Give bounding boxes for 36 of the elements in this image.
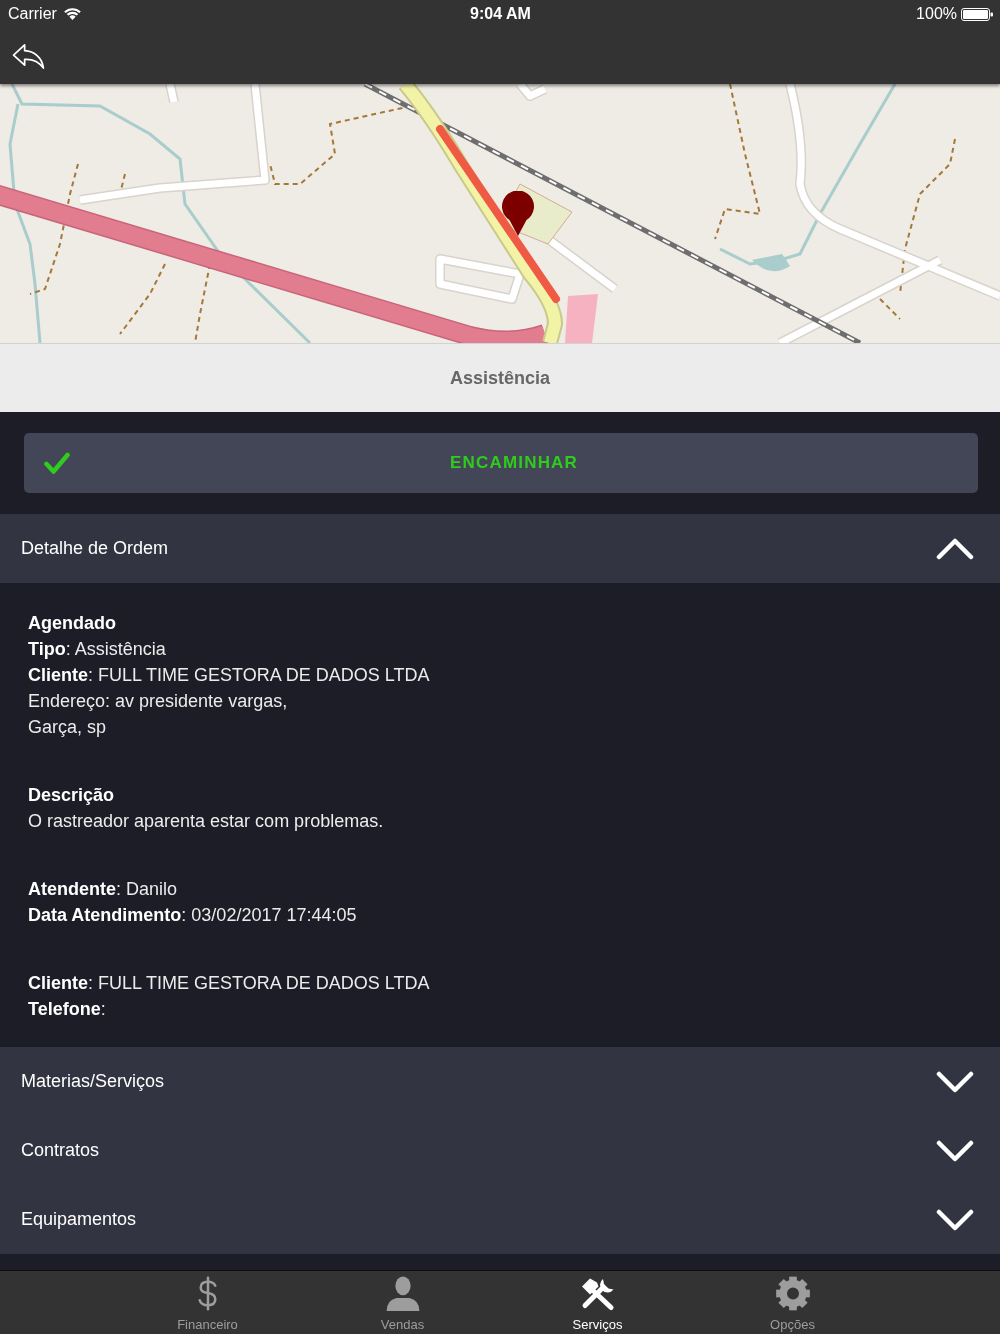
section-header[interactable]: Detalhe de Ordem bbox=[0, 514, 1000, 583]
chevron-down-icon[interactable] bbox=[936, 1070, 974, 1093]
map-pin-icon bbox=[501, 191, 535, 237]
detail-line: Telefone: bbox=[28, 998, 106, 1021]
back-arrow-icon[interactable] bbox=[12, 42, 45, 70]
detail-line: Garça, sp bbox=[28, 716, 107, 739]
chevron-up-icon[interactable] bbox=[936, 537, 974, 560]
tab[interactable]: Opções bbox=[695, 1271, 890, 1334]
chevron-down-icon[interactable] bbox=[936, 1208, 974, 1231]
detail-line: Tipo: Assistência bbox=[28, 638, 166, 661]
detail-line: Endereço: av presidente vargas, bbox=[28, 690, 288, 713]
tab[interactable]: Financeiro bbox=[110, 1271, 305, 1334]
status-time: 9:04 AM bbox=[470, 5, 531, 23]
detail-line: Cliente: FULL TIME GESTORA DE DADOS LTDA bbox=[28, 664, 430, 687]
battery-icon bbox=[961, 7, 993, 21]
tab[interactable]: Vendas bbox=[305, 1271, 500, 1334]
carrier-label: Carrier bbox=[8, 5, 57, 23]
detail-line: O rastreador aparenta estar com problemas. bbox=[28, 810, 384, 833]
section-header[interactable]: Materias/Serviços bbox=[0, 1047, 1000, 1116]
tools-icon bbox=[579, 1276, 616, 1311]
gear-icon bbox=[774, 1276, 811, 1311]
detail-heading: Descrição bbox=[28, 784, 115, 807]
page-title: Assistência bbox=[449, 367, 551, 389]
section-header[interactable]: Contratos bbox=[0, 1116, 1000, 1185]
forward-button[interactable]: ENCAMINHAR bbox=[24, 433, 978, 493]
wifi-icon bbox=[63, 8, 81, 20]
check-icon bbox=[44, 451, 70, 475]
chevron-down-icon[interactable] bbox=[936, 1139, 974, 1162]
person-icon bbox=[384, 1276, 421, 1311]
tab[interactable]: Serviços bbox=[500, 1271, 695, 1334]
battery-percentage: 100% bbox=[916, 5, 957, 23]
section-header[interactable]: Equipamentos bbox=[0, 1185, 1000, 1254]
detail-line: Atendente: Danilo bbox=[28, 878, 178, 901]
detail-line: Cliente: FULL TIME GESTORA DE DADOS LTDA bbox=[28, 972, 430, 995]
detail-heading: Agendado bbox=[28, 612, 116, 635]
detail-line: Data Atendimento: 03/02/2017 17:44:05 bbox=[28, 904, 357, 927]
